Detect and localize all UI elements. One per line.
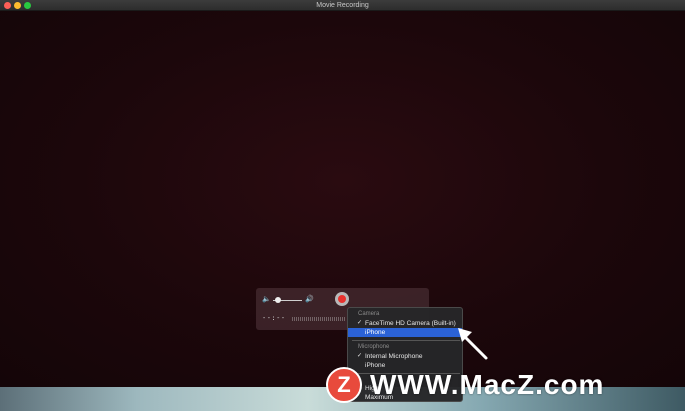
menu-item-label: Internal Microphone <box>365 353 423 360</box>
speaker-high-icon: 🔊 <box>305 296 314 303</box>
camera-preview <box>0 11 685 387</box>
menu-item-facetime-camera[interactable]: ✓ FaceTime HD Camera (Built-in) <box>348 319 462 328</box>
macz-logo-icon: Z <box>326 367 362 403</box>
menu-item-internal-microphone[interactable]: ✓ Internal Microphone <box>348 352 462 361</box>
checkmark-icon: ✓ <box>357 353 363 359</box>
speaker-low-icon: 🔈 <box>262 296 271 303</box>
checkmark-icon: ✓ <box>357 320 363 326</box>
watermark-text: WWW.MacZ.com <box>370 369 605 400</box>
file-size-indicator <box>292 317 346 321</box>
window-title: Movie Recording <box>316 2 369 9</box>
elapsed-time: --:-- <box>262 314 286 322</box>
title-bar: Movie Recording <box>0 0 685 11</box>
menu-item-camera-iphone[interactable]: iPhone <box>348 328 462 337</box>
record-icon <box>338 295 346 303</box>
menu-item-label: FaceTime HD Camera (Built-in) <box>365 320 456 327</box>
watermark: Z WWW.MacZ.com <box>326 367 604 403</box>
menu-item-label: iPhone <box>365 329 386 336</box>
record-button[interactable] <box>335 292 349 306</box>
volume-slider-knob[interactable] <box>275 297 281 303</box>
menu-header-camera: Camera <box>358 311 380 317</box>
menu-divider <box>352 340 460 341</box>
menu-header-microphone: Microphone <box>358 344 390 350</box>
pointer-arrow-icon <box>458 328 488 360</box>
